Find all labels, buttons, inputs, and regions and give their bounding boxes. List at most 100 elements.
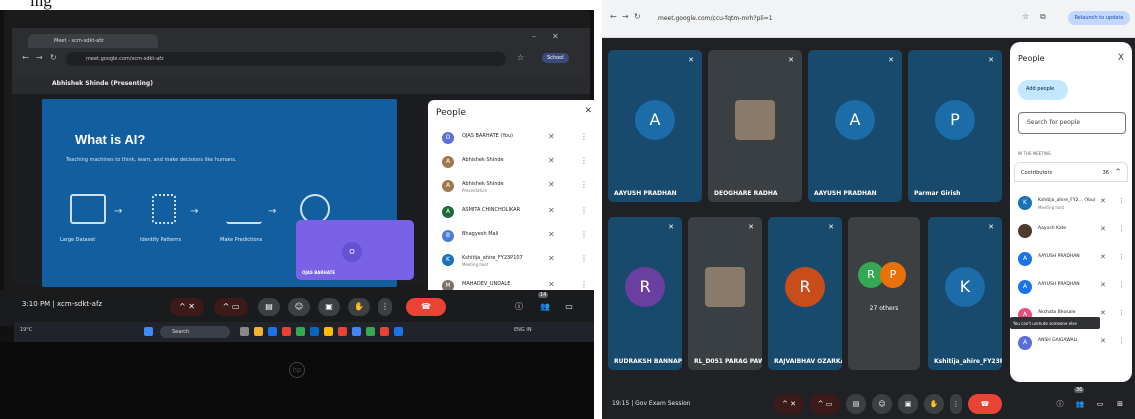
more-options-icon[interactable]: ⋮ xyxy=(580,132,588,141)
mic-off-icon[interactable]: ✕ xyxy=(548,280,555,289)
mic-toggle-button[interactable]: ^ ✕ xyxy=(170,298,204,316)
app-icon[interactable] xyxy=(254,327,263,336)
participant-tile[interactable]: K ✕ Kshitija_ahire_FY23P1... xyxy=(928,217,1002,370)
mic-off-icon[interactable]: ✕ xyxy=(1100,309,1106,317)
chevron-up-icon[interactable]: ^ xyxy=(1115,168,1121,176)
more-options-icon[interactable]: ⋮ xyxy=(1118,197,1125,205)
more-options-button[interactable]: ⋮ xyxy=(950,394,962,414)
more-options-icon[interactable]: ⋮ xyxy=(580,230,588,239)
windows-start-icon[interactable] xyxy=(144,327,153,336)
close-window-icon[interactable]: ✕ xyxy=(552,32,559,41)
mic-off-icon[interactable]: ✕ xyxy=(1100,337,1106,345)
mic-off-icon[interactable]: ✕ xyxy=(548,132,555,141)
leave-call-button[interactable]: ☎ xyxy=(406,298,446,316)
activities-icon[interactable]: ⊞ xyxy=(1112,394,1128,414)
star-icon[interactable]: ☆ xyxy=(517,53,524,62)
camera-toggle-button[interactable]: ^ ▭ xyxy=(810,394,840,414)
more-options-icon[interactable]: ⋮ xyxy=(580,180,588,189)
mic-off-icon[interactable]: ✕ xyxy=(1100,281,1106,289)
add-people-button[interactable]: Add people xyxy=(1018,80,1068,100)
app-icon[interactable] xyxy=(268,327,277,336)
app-icon[interactable] xyxy=(394,327,403,336)
participant-row[interactable]: Aayush Kate ✕ ⋮ xyxy=(1018,220,1128,244)
mic-off-icon[interactable]: ✕ xyxy=(1100,225,1106,233)
participant-row[interactable]: K Kshitija_ahire_FY23P107 Meeting host ✕ ⋮ xyxy=(436,250,594,272)
participant-row[interactable]: A Abhishek Shinde ✕ ⋮ xyxy=(436,152,594,174)
search-people-input[interactable]: Search for people xyxy=(1018,112,1126,134)
app-icon[interactable] xyxy=(324,327,333,336)
participant-row[interactable]: B Bhagyesh Mali ✕ ⋮ xyxy=(436,226,594,248)
raise-hand-button[interactable]: ✋ xyxy=(924,394,944,414)
participant-tile[interactable]: R ✕ RAJVAIBHAV OZARKAR xyxy=(768,217,842,370)
participant-row[interactable]: A ASMITA CHINCHOLIKAR ✕ ⋮ xyxy=(436,202,594,224)
profile-chip[interactable]: School xyxy=(542,53,569,63)
participant-tile[interactable]: A ✕ AAYUSH PRADHAN xyxy=(608,50,702,202)
camera-toggle-button[interactable]: ^ ▭ xyxy=(214,298,248,316)
reload-icon[interactable]: ↻ xyxy=(50,53,57,62)
raise-hand-button[interactable]: ✋ xyxy=(348,298,370,316)
app-icon[interactable] xyxy=(296,327,305,336)
app-icon[interactable] xyxy=(380,327,389,336)
app-icon[interactable] xyxy=(338,327,347,336)
participant-tile[interactable]: A ✕ AAYUSH PRADHAN xyxy=(808,50,902,202)
star-icon[interactable]: ☆ xyxy=(1022,12,1029,21)
mic-off-icon[interactable]: ✕ xyxy=(1100,197,1106,205)
forward-icon[interactable]: → xyxy=(36,53,43,62)
info-icon[interactable]: ⓘ xyxy=(1052,394,1068,414)
present-button[interactable]: ▣ xyxy=(898,394,918,414)
app-icon[interactable] xyxy=(366,327,375,336)
participant-tile[interactable]: ✕ DEOGHARE RADHA xyxy=(708,50,802,202)
more-options-button[interactable]: ⋮ xyxy=(378,298,392,316)
forward-icon[interactable]: → xyxy=(622,12,629,21)
more-options-icon[interactable]: ⋮ xyxy=(580,254,588,263)
mic-off-icon[interactable]: ✕ xyxy=(548,230,555,239)
participant-tile[interactable]: R ✕ RUDRAKSH BANNAPU... xyxy=(608,217,682,370)
more-options-icon[interactable]: ⋮ xyxy=(580,206,588,215)
mic-off-icon[interactable]: ✕ xyxy=(548,206,555,215)
mic-off-icon[interactable]: ✕ xyxy=(548,156,555,165)
close-icon[interactable]: ✕ xyxy=(584,106,592,116)
emoji-button[interactable]: ☺ xyxy=(872,394,892,414)
captions-button[interactable]: ▤ xyxy=(846,394,866,414)
participant-row[interactable]: K Kshitija_ahire_FY2... (You) Meeting host… xyxy=(1018,192,1128,216)
more-options-icon[interactable]: ⋮ xyxy=(1118,225,1125,233)
contributors-header[interactable]: Contributors 36 ^ xyxy=(1014,162,1128,182)
participant-row[interactable]: A AAYUSH PRADHAN ✕ ⋮ xyxy=(1018,248,1128,272)
others-tile[interactable]: R P 27 others xyxy=(848,217,920,370)
more-options-icon[interactable]: ⋮ xyxy=(580,156,588,165)
relaunch-button[interactable]: Relaunch to update xyxy=(1068,11,1130,25)
app-icon[interactable] xyxy=(352,327,361,336)
participant-tile[interactable]: ✕ RL_D051 PARAG PAWAR xyxy=(688,217,762,370)
back-icon[interactable]: ← xyxy=(610,12,617,21)
mic-off-icon[interactable]: ✕ xyxy=(548,254,555,263)
emoji-button[interactable]: ☺ xyxy=(288,298,310,316)
chat-icon[interactable]: ▭ xyxy=(1092,394,1108,414)
more-options-icon[interactable]: ⋮ xyxy=(1118,309,1125,317)
present-button[interactable]: ▣ xyxy=(318,298,340,316)
minimize-icon[interactable]: – xyxy=(532,32,536,41)
app-icon[interactable] xyxy=(282,327,291,336)
participant-row[interactable]: A Abhishek Shinde Presentation ✕ ⋮ xyxy=(436,176,594,198)
close-icon[interactable]: X xyxy=(1118,53,1124,63)
participant-row[interactable]: A ANSH GAIGAWALI ✕ ⋮ xyxy=(1018,332,1128,356)
back-icon[interactable]: ← xyxy=(22,53,29,62)
app-icon[interactable] xyxy=(240,327,249,336)
browser-tab[interactable]: Meet - xcm-sdkt-afz xyxy=(28,34,158,48)
mic-off-icon[interactable]: ✕ xyxy=(1100,253,1106,261)
participant-row[interactable]: O OJAS BARHATE (You) ✕ ⋮ xyxy=(436,128,594,150)
chat-icon[interactable]: ▭ xyxy=(560,298,578,316)
more-options-icon[interactable]: ⋮ xyxy=(1118,337,1125,345)
app-icon[interactable] xyxy=(310,327,319,336)
more-options-icon[interactable]: ⋮ xyxy=(1118,281,1125,289)
people-icon[interactable]: 👥 xyxy=(536,298,554,316)
extensions-icon[interactable]: ⧉ xyxy=(1040,12,1046,22)
taskbar-search[interactable]: Search xyxy=(160,326,230,338)
captions-button[interactable]: ▤ xyxy=(258,298,280,316)
mic-off-icon[interactable]: ✕ xyxy=(548,180,555,189)
leave-call-button[interactable]: ☎ xyxy=(968,394,1002,414)
people-icon[interactable]: 👥 xyxy=(1072,394,1088,414)
mic-toggle-button[interactable]: ^ ✕ xyxy=(774,394,804,414)
participant-tile[interactable]: P ✕ Parmar Girish xyxy=(908,50,1002,202)
reload-icon[interactable]: ↻ xyxy=(634,12,641,21)
more-options-icon[interactable]: ⋮ xyxy=(1118,253,1125,261)
